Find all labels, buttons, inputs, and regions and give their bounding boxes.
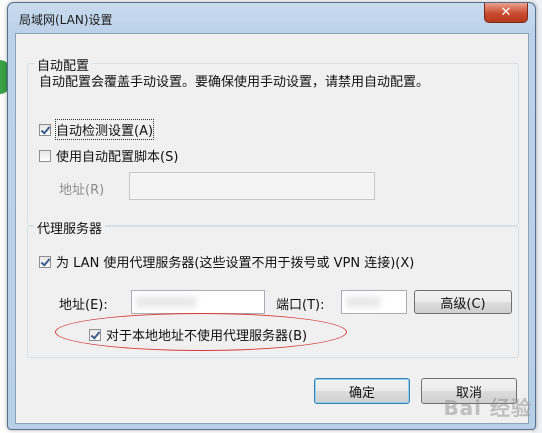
dialog-content: 自动配置 自动配置会覆盖手动设置。要确保使用手动设置，请禁用自动配置。 自动检测… [15, 33, 529, 424]
redacted-port [346, 296, 380, 308]
auto-script-option[interactable]: 使用自动配置脚本(S) [39, 146, 178, 165]
auto-config-group: 自动配置 自动配置会覆盖手动设置。要确保使用手动设置，请禁用自动配置。 自动检测… [27, 55, 519, 226]
close-icon: ✕ [500, 5, 512, 20]
close-button[interactable]: ✕ [484, 3, 528, 23]
ok-button[interactable]: 确定 [314, 378, 410, 404]
watermark: Bai 经验 [443, 396, 532, 420]
auto-config-title: 自动配置 [34, 55, 93, 74]
proxy-server-title: 代理服务器 [34, 218, 106, 237]
use-proxy-option[interactable]: 为 LAN 使用代理服务器(这些设置不用于拨号或 VPN 连接)(X) [39, 252, 414, 271]
title-bar[interactable]: 局域网(LAN)设置 ✕ [8, 3, 535, 33]
proxy-port-label: 端口(T): [276, 298, 325, 313]
proxy-address-input[interactable] [131, 290, 265, 314]
highlight-ellipse [55, 313, 347, 351]
proxy-port-input[interactable] [341, 290, 407, 314]
lan-settings-dialog: 局域网(LAN)设置 ✕ 自动配置 自动配置会覆盖手动设置。要确保使用手动设置，… [7, 2, 536, 430]
proxy-address-label: 地址(E): [59, 298, 108, 313]
redacted-address [136, 296, 196, 308]
use-proxy-checkbox[interactable] [39, 255, 51, 268]
auto-detect-checkbox[interactable] [39, 123, 51, 136]
auto-config-description: 自动配置会覆盖手动设置。要确保使用手动设置，请禁用自动配置。 [39, 75, 430, 90]
auto-detect-option[interactable]: 自动检测设置(A) [39, 119, 155, 140]
advanced-button[interactable]: 高级(C) [414, 290, 512, 314]
script-address-input[interactable] [129, 172, 375, 200]
script-address-label: 地址(R) [59, 183, 105, 198]
auto-script-label: 使用自动配置脚本(S) [56, 150, 179, 165]
window-title: 局域网(LAN)设置 [19, 13, 113, 27]
ok-button-label: 确定 [348, 385, 375, 401]
auto-script-checkbox[interactable] [39, 149, 51, 162]
use-proxy-label: 为 LAN 使用代理服务器(这些设置不用于拨号或 VPN 连接)(X) [56, 256, 415, 271]
advanced-button-label: 高级(C) [440, 296, 486, 312]
auto-detect-label: 自动检测设置(A) [54, 119, 155, 140]
